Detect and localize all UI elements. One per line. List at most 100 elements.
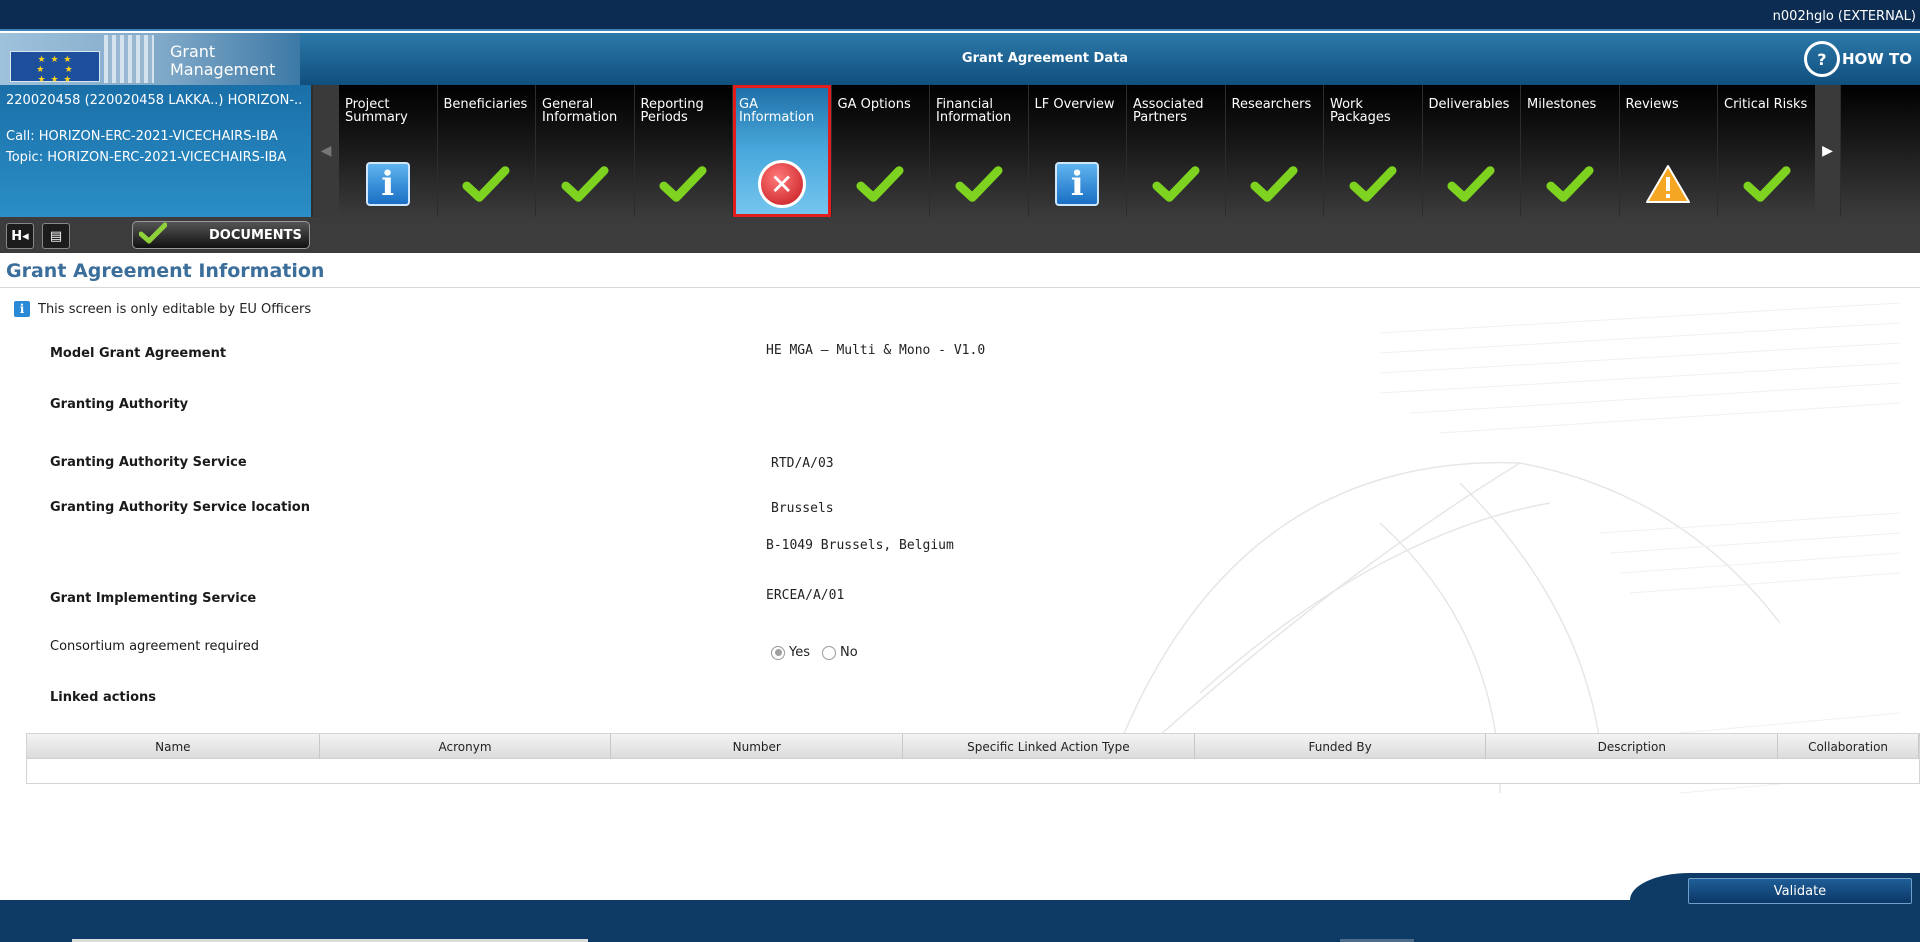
service-location-label: Granting Authority Service location (50, 500, 310, 515)
chevron-left-icon: ◀ (320, 143, 332, 159)
model-grant-agreement-value: HE MGA — Multi & Mono - V1.0 (766, 343, 986, 358)
tab-label: LF Overview (1034, 97, 1115, 112)
check-icon (955, 161, 1003, 207)
check-icon (1743, 161, 1791, 207)
tab-general-information[interactable]: General Information (536, 85, 634, 217)
documents-label: DOCUMENTS (209, 227, 302, 243)
column-header-name[interactable]: Name (27, 734, 320, 759)
tab-label: Work Packages (1330, 97, 1391, 125)
tab-critical-risks[interactable]: Critical Risks (1718, 85, 1816, 217)
check-icon (1546, 161, 1594, 207)
check-icon (561, 161, 609, 207)
column-header-specific-linked-action-type[interactable]: Specific Linked Action Type (903, 734, 1195, 759)
tab-reviews[interactable]: Reviews (1619, 85, 1717, 217)
radio-yes-label: Yes (789, 645, 810, 660)
editable-notice: i This screen is only editable by EU Off… (14, 301, 311, 317)
print-button[interactable]: ▤ (42, 223, 70, 249)
info-icon: i (1053, 161, 1101, 207)
check-icon (659, 161, 707, 207)
check-icon (462, 161, 510, 207)
user-bar: n002hglo (EXTERNAL) (0, 0, 1920, 31)
validate-label: Validate (1773, 883, 1827, 899)
app-banner: ★ ★ ★ ★ ★ ★ ★ ★ Grant Management Grant Agr… (0, 33, 1920, 85)
table-header: Name Acronym Number Specific Linked Action … (27, 734, 1919, 759)
warning-icon (1644, 161, 1692, 207)
tab-label: General Information (542, 97, 618, 125)
table-body-empty (27, 759, 1919, 783)
check-icon (1250, 161, 1298, 207)
page-title: Grant Agreement Information (6, 260, 325, 282)
tab-lf-overview[interactable]: LF Overview i (1028, 85, 1126, 217)
project-id: 220020458 (220020458 LAKKA..) HORIZON-.. (6, 93, 303, 108)
tabs-scroll-left-button[interactable]: ◀ (313, 85, 339, 217)
main-content: Grant Agreement Information i This scree… (0, 253, 1920, 900)
tab-label: Reporting Periods (640, 97, 704, 125)
title-divider (0, 287, 1920, 288)
check-icon (1447, 161, 1495, 207)
tab-label: Associated Partners (1133, 97, 1204, 125)
column-header-description[interactable]: Description (1486, 734, 1779, 759)
tab-ga-information[interactable]: GA Information ✕ (733, 85, 831, 217)
tab-label: Critical Risks (1724, 97, 1808, 112)
linked-actions-label: Linked actions (50, 690, 157, 705)
service-location-address: B-1049 Brussels, Belgium (766, 538, 954, 553)
tab-milestones[interactable]: Milestones (1521, 85, 1619, 217)
granting-authority-service-label: Granting Authority Service (50, 455, 247, 470)
tab-ga-options[interactable]: GA Options (831, 85, 929, 217)
granting-authority-label: Granting Authority (50, 397, 189, 412)
tab-financial-information[interactable]: Financial Information (930, 85, 1028, 217)
current-user: n002hglo (EXTERNAL) (1772, 9, 1916, 24)
tabs-scroll-right-button[interactable]: ▶ (1815, 85, 1840, 217)
tab-beneficiaries[interactable]: Beneficiaries (437, 85, 535, 217)
tab-label: Beneficiaries (443, 97, 528, 112)
info-icon: i (14, 301, 30, 317)
document-icon: ▤ (49, 228, 63, 244)
navigation-row: 220020458 (220020458 LAKKA..) HORIZON-..… (0, 85, 1920, 217)
granting-authority-service-value: RTD/A/03 (771, 456, 834, 471)
tab-project-summary[interactable]: Project Summary i (339, 85, 437, 217)
tab-deliverables[interactable]: Deliverables (1422, 85, 1520, 217)
chevron-right-icon: ▶ (1822, 143, 1833, 159)
consortium-no-option[interactable]: No (822, 641, 858, 660)
history-icon: H◂ (11, 228, 29, 244)
check-icon (856, 161, 904, 207)
grant-implementing-service-value: ERCEA/A/01 (766, 588, 845, 603)
footer-bar (0, 873, 1920, 942)
lightbulb-icon: ? (1803, 41, 1840, 77)
tab-work-packages[interactable]: Work Packages (1324, 85, 1422, 217)
tab-reporting-periods[interactable]: Reporting Periods (634, 85, 732, 217)
consortium-agreement-label: Consortium agreement required (50, 639, 259, 654)
project-call: Call: HORIZON-ERC-2021-VICECHAIRS-IBA (6, 129, 278, 144)
check-icon (1152, 161, 1200, 207)
validate-button[interactable]: Validate (1688, 878, 1912, 904)
service-location-city: Brussels (771, 501, 834, 516)
page-heading: Grant Agreement Data (961, 51, 1129, 66)
tab-label: Milestones (1527, 97, 1597, 112)
project-info: 220020458 (220020458 LAKKA..) HORIZON-..… (0, 85, 311, 217)
nav-tail (1841, 85, 1920, 217)
column-header-collaboration[interactable]: Collaboration (1778, 734, 1919, 759)
consortium-yes-option[interactable]: Yes (771, 641, 810, 660)
linked-actions-table: Name Acronym Number Specific Linked Action … (26, 733, 1920, 784)
tab-associated-partners[interactable]: Associated Partners (1127, 85, 1225, 217)
tab-label: Project Summary (345, 97, 408, 125)
check-icon (138, 222, 169, 248)
tab-label: GA Information (739, 97, 815, 125)
tab-label: Reviews (1625, 97, 1679, 112)
model-grant-agreement-label: Model Grant Agreement (50, 346, 227, 361)
history-button[interactable]: H◂ (6, 223, 34, 249)
error-icon: ✕ (757, 160, 806, 208)
section-tabs: Project Summary i Beneficiaries General Inf… (339, 85, 1817, 217)
column-header-number[interactable]: Number (611, 734, 904, 759)
radio-no[interactable] (822, 645, 836, 660)
howto-button[interactable]: ? HOW TO (1803, 39, 1912, 79)
documents-button[interactable]: DOCUMENTS (132, 221, 310, 249)
info-icon: i (364, 161, 412, 207)
column-header-acronym[interactable]: Acronym (320, 734, 612, 759)
tab-researchers[interactable]: Researchers (1225, 85, 1323, 217)
project-topic: Topic: HORIZON-ERC-2021-VICECHAIRS-IBA (6, 150, 287, 165)
howto-label: HOW TO (1841, 50, 1912, 68)
column-header-funded-by[interactable]: Funded By (1195, 734, 1487, 759)
radio-yes[interactable] (771, 645, 785, 660)
toolbar: H◂ ▤ DOCUMENTS (0, 217, 1920, 253)
